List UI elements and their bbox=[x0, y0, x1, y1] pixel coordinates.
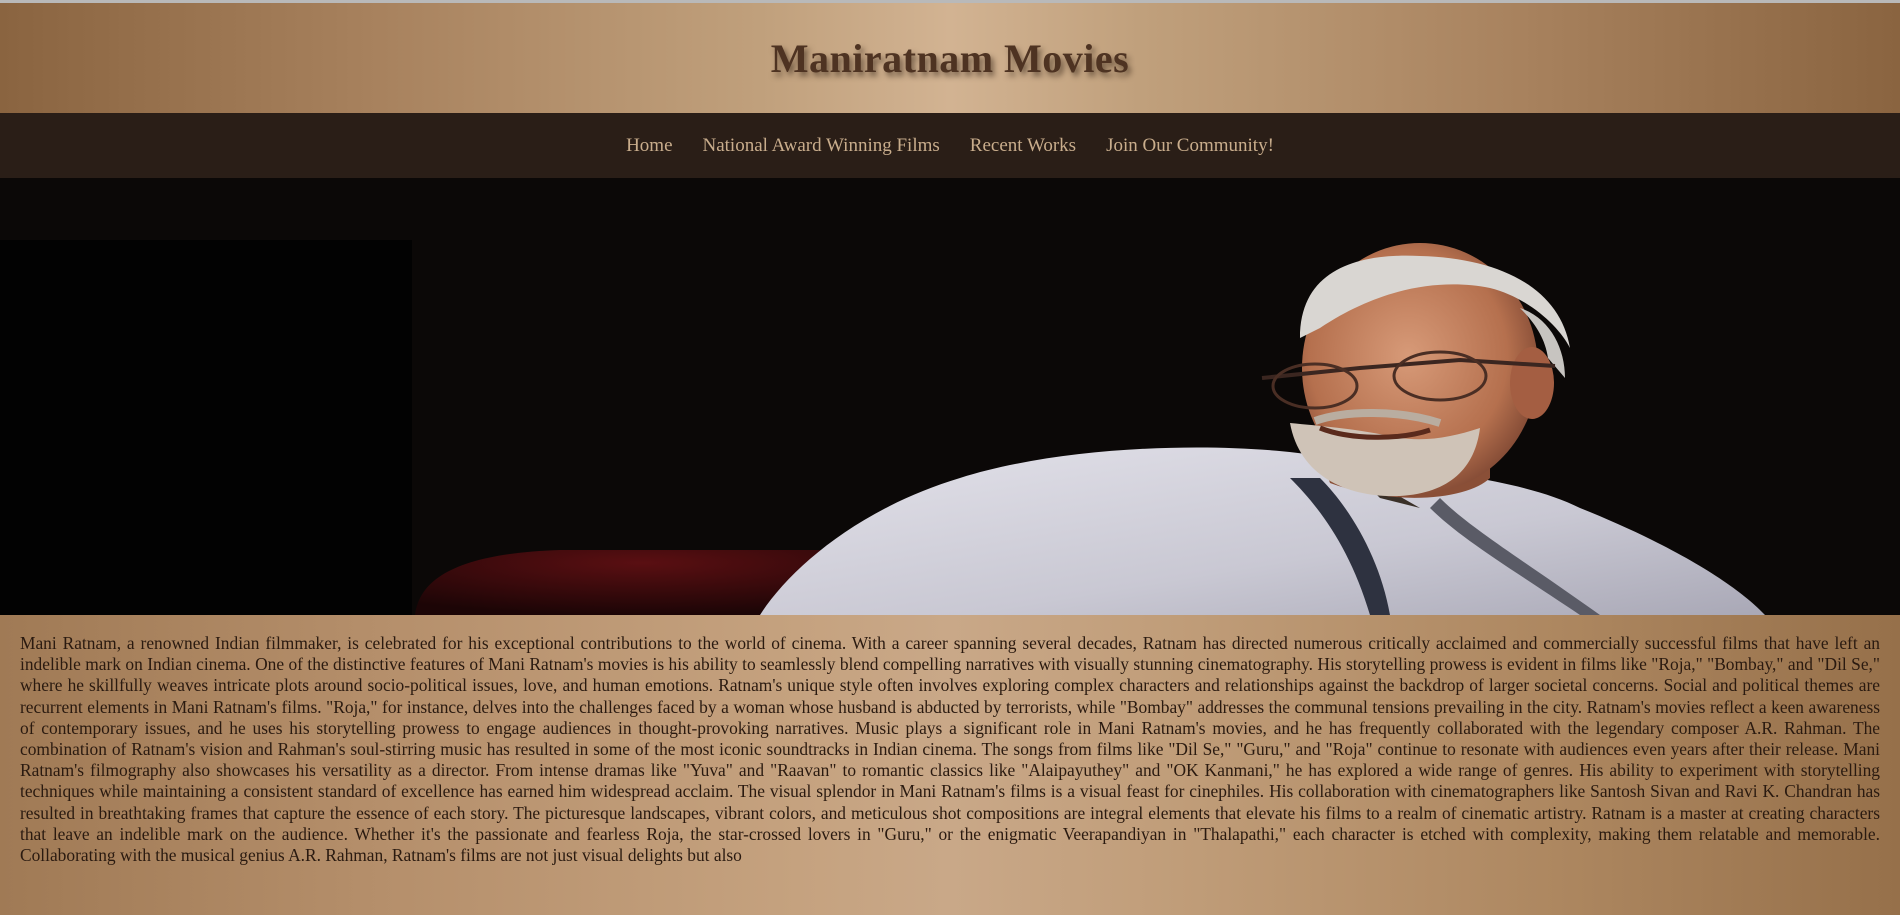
nav-home-link[interactable]: Home bbox=[626, 135, 672, 157]
nav-national-award-films-link[interactable]: National Award Winning Films bbox=[703, 135, 940, 157]
site-header: Maniratnam Movies bbox=[0, 3, 1900, 113]
nav-join-community-link[interactable]: Join Our Community! bbox=[1106, 135, 1274, 157]
hero-portrait-image bbox=[0, 178, 1900, 615]
intro-paragraph: Mani Ratnam, a renowned Indian filmmaker… bbox=[20, 633, 1880, 866]
hero-banner bbox=[0, 178, 1900, 615]
nav-recent-works-link[interactable]: Recent Works bbox=[970, 135, 1076, 157]
main-nav: Home National Award Winning Films Recent… bbox=[0, 113, 1900, 178]
site-title: Maniratnam Movies bbox=[770, 35, 1130, 81]
main-content: Mani Ratnam, a renowned Indian filmmaker… bbox=[0, 615, 1900, 915]
